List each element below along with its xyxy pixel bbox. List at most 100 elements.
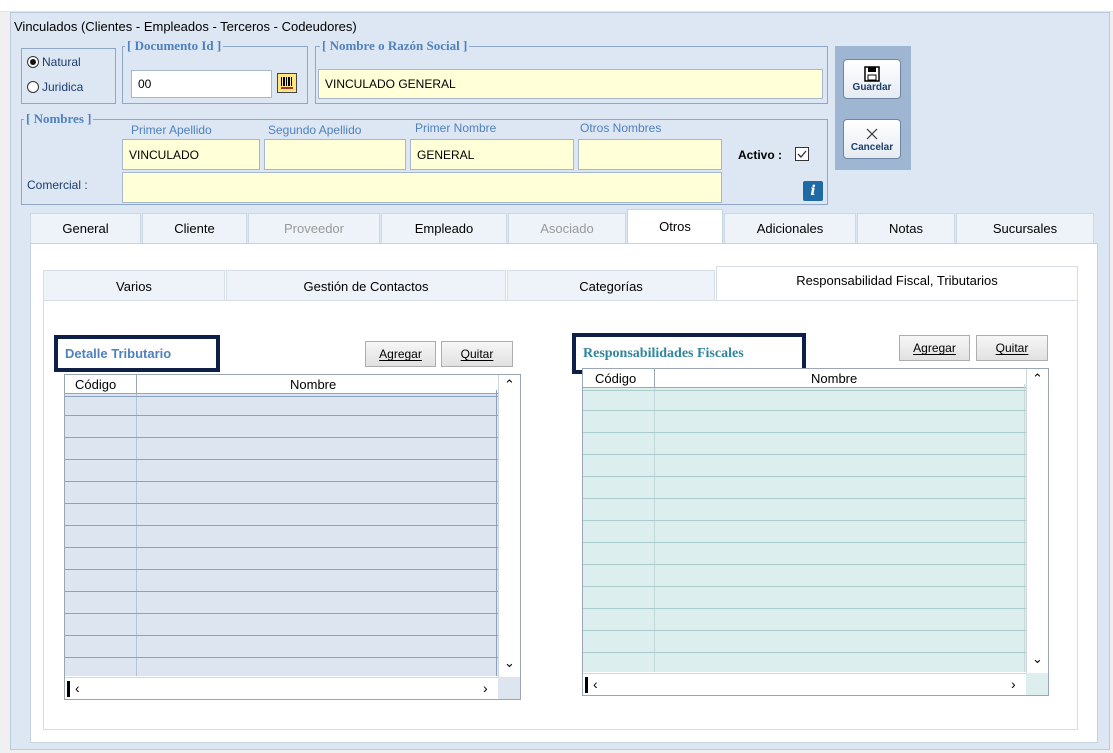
chevron-right-icon[interactable]: › <box>1011 676 1016 692</box>
radio-juridica-label: Juridica <box>42 80 84 94</box>
tab-notas-label: Notas <box>889 221 923 236</box>
detalle-horizontal-scrollbar[interactable]: ‹ › <box>65 677 498 699</box>
nombre-razon-input[interactable]: VINCULADO GENERAL <box>318 69 823 99</box>
table-row <box>65 613 498 614</box>
responsabilidades-row-marker <box>585 677 588 693</box>
table-row <box>583 520 1026 521</box>
detalle-grid-body <box>65 390 498 676</box>
tab-empleado[interactable]: Empleado <box>381 213 507 243</box>
table-row <box>583 630 1026 631</box>
table-row <box>583 564 1026 565</box>
table-row <box>65 547 498 548</box>
radio-natural-label: Natural <box>42 55 81 69</box>
otros-nombres-input[interactable] <box>578 139 722 170</box>
tab-proveedor-label: Proveedor <box>284 221 344 236</box>
chevron-left-icon[interactable]: ‹ <box>593 676 598 692</box>
cancel-button[interactable]: Cancelar <box>843 119 901 159</box>
detalle-remove-label: Quitar <box>460 347 494 361</box>
title-bar-strip <box>0 0 1113 12</box>
radio-natural[interactable]: Natural <box>27 55 81 69</box>
primer-apellido-label: Primer Apellido <box>131 123 212 137</box>
subtab-contactos-label: Gestión de Contactos <box>303 279 429 294</box>
tab-general[interactable]: General <box>30 213 141 243</box>
tab-cliente-label: Cliente <box>174 221 215 236</box>
documento-legend: [ Documento Id ] <box>125 38 224 54</box>
save-button[interactable]: Guardar <box>843 59 901 99</box>
tab-notas[interactable]: Notas <box>857 213 955 243</box>
table-row <box>65 437 498 438</box>
tab-proveedor[interactable]: Proveedor <box>248 213 380 243</box>
floppy-disk-icon <box>864 65 880 82</box>
chevron-left-icon[interactable]: ‹ <box>75 680 80 696</box>
activo-checkbox[interactable] <box>795 147 809 161</box>
radio-juridica-indicator[interactable] <box>27 81 39 93</box>
radio-juridica[interactable]: Juridica <box>27 80 83 94</box>
responsabilidades-grid-body <box>583 384 1026 672</box>
subtab-responsabilidad[interactable]: Responsabilidad Fiscal, Tributarios <box>716 266 1078 300</box>
tab-otros[interactable]: Otros <box>627 209 723 243</box>
table-row <box>583 432 1026 433</box>
table-row <box>583 476 1026 477</box>
table-row <box>65 415 498 416</box>
table-row <box>65 591 498 592</box>
responsabilidades-scroll-corner <box>1026 673 1048 695</box>
comercial-input[interactable] <box>122 172 722 203</box>
table-row <box>65 657 498 658</box>
chevron-down-icon[interactable]: ⌄ <box>1032 651 1043 667</box>
primer-nombre-input[interactable]: GENERAL <box>410 139 574 170</box>
responsabilidades-body-right-edge <box>1024 384 1025 672</box>
tab-sucursales[interactable]: Sucursales <box>956 213 1094 243</box>
detalle-col-codigo[interactable]: Código <box>75 377 116 392</box>
detalle-vertical-scrollbar[interactable]: ⌃ ⌄ <box>498 375 520 677</box>
tab-cliente[interactable]: Cliente <box>142 213 247 243</box>
table-row <box>65 569 498 570</box>
subtab-categorias-label: Categorías <box>579 279 643 294</box>
detalle-grid[interactable]: Código Nombre ⌃ ⌄ ‹ › <box>64 374 521 700</box>
subtab-categorias[interactable]: Categorías <box>507 270 715 302</box>
detalle-remove-button[interactable]: Quitar <box>441 341 513 367</box>
comercial-label: Comercial : <box>27 178 88 192</box>
tab-asociado[interactable]: Asociado <box>508 213 626 243</box>
checkmark-icon <box>797 150 807 158</box>
otros-nombres-label: Otros Nombres <box>580 121 662 135</box>
primer-apellido-input[interactable]: VINCULADO <box>122 139 260 170</box>
segundo-apellido-label: Segundo Apellido <box>268 123 362 137</box>
responsabilidades-horizontal-scrollbar[interactable]: ‹ › <box>583 673 1026 695</box>
activo-label: Activo : <box>738 148 783 162</box>
detalle-body-right-edge <box>496 390 497 676</box>
nombre-legend: [ Nombre o Razón Social ] <box>320 38 470 54</box>
table-row <box>583 652 1026 653</box>
tab-general-label: General <box>62 221 109 236</box>
barcode-button[interactable] <box>277 73 297 93</box>
responsabilidades-add-button[interactable]: Agregar <box>899 335 970 361</box>
subtab-varios[interactable]: Varios <box>43 270 225 302</box>
save-button-label: Guardar <box>852 81 892 93</box>
detalle-grid-header: Código Nombre <box>65 375 498 394</box>
main-tabs: General Cliente Proveedor Empleado Asoci… <box>30 209 1095 243</box>
documento-input[interactable]: 00 <box>131 70 272 98</box>
detalle-add-button[interactable]: Agregar <box>365 341 436 367</box>
subtab-responsabilidad-label: Responsabilidad Fiscal, Tributarios <box>796 273 998 288</box>
radio-natural-indicator[interactable] <box>27 56 39 68</box>
segundo-apellido-input[interactable] <box>264 139 406 170</box>
table-row <box>583 454 1026 455</box>
responsabilidades-col-codigo[interactable]: Código <box>595 371 636 386</box>
subtab-varios-label: Varios <box>116 279 152 294</box>
table-row <box>65 525 498 526</box>
table-row <box>583 390 1026 391</box>
chevron-up-icon[interactable]: ⌃ <box>1032 371 1043 387</box>
responsabilidades-grid[interactable]: Código Nombre ⌃ ⌄ ‹ › <box>582 368 1049 696</box>
chevron-down-icon[interactable]: ⌄ <box>504 655 515 671</box>
responsabilidades-vertical-scrollbar[interactable]: ⌃ ⌄ <box>1026 369 1048 673</box>
detalle-col-nombre[interactable]: Nombre <box>290 377 336 392</box>
chevron-up-icon[interactable]: ⌃ <box>504 377 515 393</box>
table-row <box>583 410 1026 411</box>
responsabilidades-remove-button[interactable]: Quitar <box>976 335 1048 361</box>
info-button[interactable]: i <box>803 181 823 201</box>
responsabilidades-col-nombre[interactable]: Nombre <box>811 371 857 386</box>
subtab-contactos[interactable]: Gestión de Contactos <box>226 270 506 302</box>
nombres-legend: [ Nombres ] <box>24 111 94 127</box>
cancel-x-icon <box>866 128 878 139</box>
tab-adicionales[interactable]: Adicionales <box>724 213 856 243</box>
chevron-right-icon[interactable]: › <box>483 680 488 696</box>
